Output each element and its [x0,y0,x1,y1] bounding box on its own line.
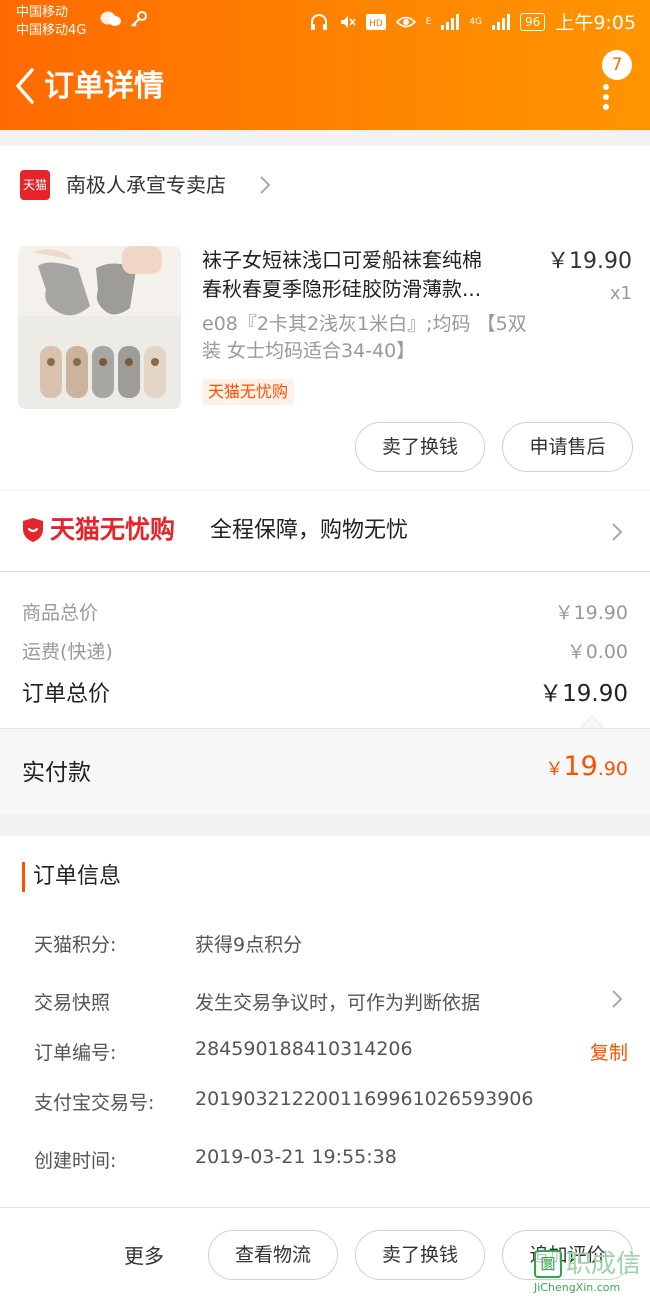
paid-integer: 19 [563,751,598,782]
points-label: 天猫积分: [34,934,117,956]
order-number-value: 284590188410314206 [195,1038,413,1060]
system-status: HD E 4G 96 上午9:05 [310,8,636,35]
caret-up-icon [580,715,604,729]
watermark-logo-icon: 圜 [534,1250,562,1278]
product-sku: e08『2卡其2浅灰1米白』;均码 【5双装 女士均码适合34-40】 [202,313,527,362]
headset-icon [310,13,327,30]
order-total-value: ￥19.90 [539,681,628,707]
sock-row [40,346,166,398]
carrier-secondary: 中国移动4G [16,23,87,38]
more-button[interactable]: 更多 [124,1240,164,1269]
socks-photo [18,246,181,409]
app-header: 中国移动 中国移动4G HD E 4G 96 上午9:05 订单详情 7 [0,0,650,130]
back-arrow-icon[interactable] [12,66,38,106]
key-icon [131,11,147,27]
paid-currency: ￥ [545,759,564,780]
product-title-line: 袜子女短袜浅口可爱船袜套纯棉 [202,248,482,272]
order-info-section: 订单信息 天猫积分: 获得9点积分 交易快照 发生交易争议时，可作为判断依据 订… [0,836,650,1216]
order-info-title: 订单信息 [22,862,121,892]
view-logistics-button[interactable]: 查看物流 [208,1230,338,1280]
shipping-value: ￥0.00 [566,641,628,663]
store-row[interactable]: 天猫 南极人承宣专卖店 [0,146,650,226]
carrier-info: 中国移动 中国移动4G [16,4,86,40]
mute-icon [340,15,356,28]
notification-icons [100,10,148,28]
page-title: 订单详情 [44,69,164,104]
signal-icon [441,13,460,30]
snapshot-label[interactable]: 交易快照 [34,988,110,1015]
product-title[interactable]: 袜子女短袜浅口可爱船袜套纯棉 春秋春夏季隐形硅胶防滑薄款... [202,246,532,304]
sell-exchange-button[interactable]: 卖了换钱 [355,1230,485,1280]
points-value: 获得9点积分 [195,934,303,956]
product-price: ￥19.90 [547,249,632,274]
price-breakdown: 商品总价 ￥19.90 运费(快递) ￥0.00 订单总价 ￥19.90 [0,572,650,728]
store-name[interactable]: 南极人承宣专卖店 [66,170,226,200]
hd-icon: HD [365,13,386,30]
eye-icon [395,16,416,27]
goods-total-value: ￥19.90 [554,602,628,624]
chevron-right-icon [612,523,623,541]
order-total-label: 订单总价 [22,682,111,707]
wuyou-tag: 天猫无忧购 [202,379,295,405]
snapshot-value[interactable]: 发生交易争议时，可作为判断依据 [195,988,480,1015]
alipay-number-value: 2019032122001169961026593906 [195,1088,534,1110]
shipping-label: 运费(快递) [22,641,113,663]
paid-amount: ￥19.90 [545,751,628,782]
wechat-icon [100,11,121,26]
product-title-line: 春秋春夏季隐形硅胶防滑薄款... [202,277,482,301]
alipay-number-label: 支付宝交易号: [34,1092,155,1114]
created-time-label: 创建时间: [34,1150,117,1172]
product-image[interactable] [18,246,181,409]
carrier-primary: 中国移动 [16,5,69,20]
more-menu-icon[interactable] [603,84,611,114]
order-number-label: 订单编号: [34,1042,117,1064]
tmall-logo-icon: 天猫 [20,170,50,200]
order-item-card: 天猫 南极人承宣专卖店 袜子女短袜浅口可爱船袜套纯棉 春秋春夏季隐形硅胶防滑薄款… [0,146,650,490]
product-quantity: x1 [609,283,632,304]
paid-decimal: .90 [597,758,628,780]
wuyou-brand: 天猫无忧购 [50,515,176,544]
chevron-right-icon [260,176,271,194]
signal-2-label: 4G [469,16,483,27]
copy-button[interactable]: 复制 [590,1038,628,1065]
site-watermark: 圜 职成信 JiChengXin.com [534,1248,646,1298]
created-time-value: 2019-03-21 19:55:38 [195,1146,397,1168]
watermark-url: JiChengXin.com [534,1281,621,1294]
sell-exchange-button[interactable]: 卖了换钱 [355,422,485,472]
battery-indicator: 96 [520,12,546,31]
goods-total-label: 商品总价 [22,602,99,624]
chevron-right-icon[interactable] [610,988,624,1010]
wuyou-slogan: 全程保障，购物无忧 [210,518,409,543]
paid-amount-row: 实付款 ￥19.90 [0,728,650,814]
status-bar: 中国移动 中国移动4G HD E 4G 96 上午9:05 [0,0,650,44]
signal-1-label: E [425,16,432,27]
watermark-text: 职成信 [566,1249,642,1278]
shield-icon [23,518,43,542]
apply-after-sales-button[interactable]: 申请售后 [502,422,633,472]
message-count-badge[interactable]: 7 [602,50,632,80]
clock: 上午9:05 [555,12,636,34]
signal-icon [492,13,511,30]
wuyou-guarantee-row[interactable]: 天猫无忧购 全程保障，购物无忧 [0,490,650,572]
svg-text:HD: HD [369,19,383,29]
paid-label: 实付款 [22,760,91,786]
